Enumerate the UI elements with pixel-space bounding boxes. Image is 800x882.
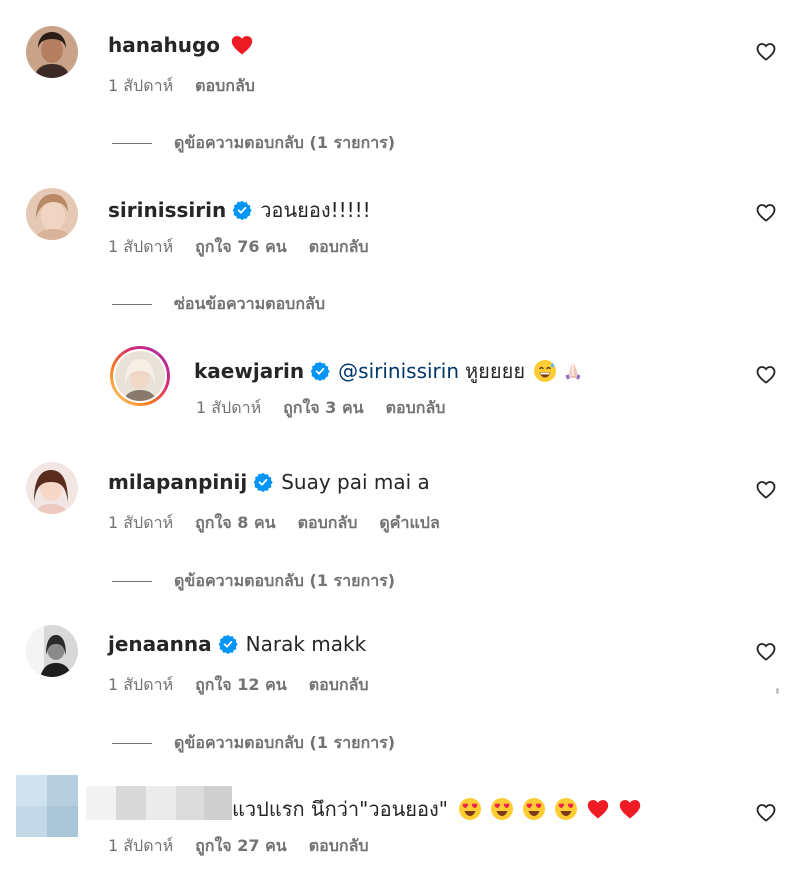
divider-line [112,304,152,305]
reply-button[interactable]: ตอบกลับ [309,834,369,859]
view-replies-label: ดูข้อความตอบกลับ (1 รายการ) [174,571,396,590]
hide-replies-label: ซ่อนข้อความตอบกลับ [174,294,325,313]
red-heart-emoji [618,797,642,821]
comment-username[interactable]: milapanpinij [108,470,247,494]
comment-text: วอนยอง!!!!! [260,198,371,222]
comment-time[interactable]: 1 สัปดาห์ [196,396,261,421]
avatar-milapanpinij[interactable] [26,462,78,514]
divider-line [112,143,152,144]
grinning-sweat-emoji [533,359,557,383]
view-replies-button[interactable]: ดูข้อความตอบกลับ (1 รายการ) [112,131,395,156]
comment-time[interactable]: 1 สัปดาห์ [108,511,173,536]
scrollbar-thumb[interactable] [776,688,779,694]
likes-count[interactable]: ถูกใจ 12 คน [195,673,287,698]
reply-button[interactable]: ตอบกลับ [298,511,358,536]
heart-outline-icon[interactable] [754,639,778,663]
comment-text: หูยยยย [465,359,526,383]
heart-eyes-emoji [490,797,514,821]
avatar-blurred[interactable] [16,775,78,837]
likes-count[interactable]: ถูกใจ 8 คน [195,511,275,536]
view-replies-label: ดูข้อความตอบกลับ (1 รายการ) [174,733,396,752]
verified-badge-icon [253,472,273,492]
divider-line [112,743,152,744]
view-replies-button[interactable]: ดูข้อความตอบกลับ (1 รายการ) [112,569,395,594]
heart-outline-icon[interactable] [754,39,778,63]
heart-outline-icon[interactable] [754,362,778,386]
avatar-kaewjarin-story-ring[interactable] [110,346,170,406]
pray-emoji [561,359,585,383]
comment-time[interactable]: 1 สัปดาห์ [108,235,173,260]
verified-badge-icon [310,361,330,381]
see-translation-button[interactable]: ดูคำแปล [379,511,439,536]
heart-outline-icon[interactable] [754,800,778,824]
heart-outline-icon[interactable] [754,200,778,224]
comment-time[interactable]: 1 สัปดาห์ [108,834,173,859]
avatar-hanahugo[interactable] [26,26,78,78]
divider-line [112,581,152,582]
heart-outline-icon[interactable] [754,477,778,501]
view-replies-label: ดูข้อความตอบกลับ (1 รายการ) [174,133,396,152]
likes-count[interactable]: ถูกใจ 3 คน [283,396,363,421]
comment-time[interactable]: 1 สัปดาห์ [108,74,173,99]
red-heart-emoji [230,33,254,57]
comment-username[interactable]: kaewjarin [194,359,304,383]
heart-eyes-emoji [554,797,578,821]
verified-badge-icon [232,200,252,220]
reply-button[interactable]: ตอบกลับ [195,74,255,99]
comment-time[interactable]: 1 สัปดาห์ [108,673,173,698]
reply-button[interactable]: ตอบกลับ [309,235,369,260]
username-blurred[interactable] [86,786,232,820]
heart-eyes-emoji [458,797,482,821]
avatar-sirinissirin[interactable] [26,188,78,240]
avatar-jenaanna[interactable] [26,625,78,677]
mention-link[interactable]: @sirinissirin [338,359,459,383]
likes-count[interactable]: ถูกใจ 76 คน [195,235,287,260]
hide-replies-button[interactable]: ซ่อนข้อความตอบกลับ [112,292,325,317]
comment-username[interactable]: sirinissirin [108,198,226,222]
red-heart-emoji [586,797,610,821]
comment-text: Narak makk [245,632,367,656]
comment-username[interactable]: hanahugo [108,33,220,57]
comment-text: แวปแรก นึกว่า"วอนยอง" [232,797,448,821]
view-replies-button[interactable]: ดูข้อความตอบกลับ (1 รายการ) [112,731,395,756]
likes-count[interactable]: ถูกใจ 27 คน [195,834,287,859]
reply-button[interactable]: ตอบกลับ [386,396,446,421]
verified-badge-icon [218,634,238,654]
reply-button[interactable]: ตอบกลับ [309,673,369,698]
comment-text: Suay pai mai a [281,470,430,494]
heart-eyes-emoji [522,797,546,821]
comment-username[interactable]: jenaanna [108,632,212,656]
